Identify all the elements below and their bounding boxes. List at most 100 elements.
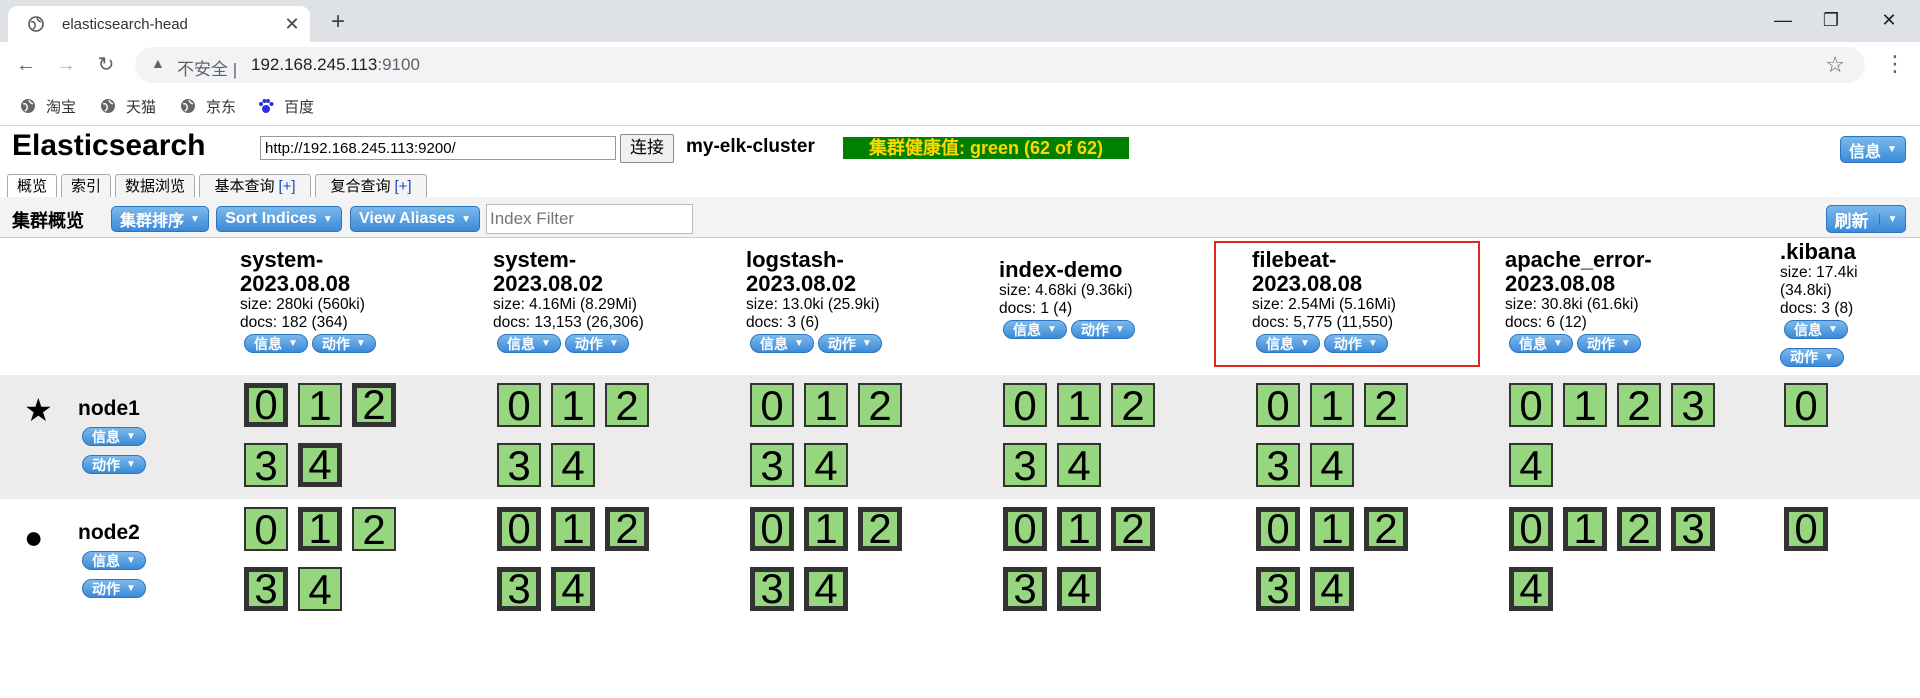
shard-box[interactable]: 0: [1509, 383, 1553, 427]
index-info-button[interactable]: 信息 ▼: [244, 334, 308, 353]
index-info-button[interactable]: 信息 ▼: [497, 334, 561, 353]
shard-box[interactable]: 3: [497, 567, 541, 611]
shard-box[interactable]: 1: [1310, 383, 1354, 427]
node-info-button[interactable]: 信息 ▼: [82, 551, 146, 570]
index-action-button[interactable]: 动作 ▼: [311, 334, 376, 353]
index-info-button[interactable]: 信息 ▼: [750, 334, 814, 353]
shard-box[interactable]: 1: [551, 383, 595, 427]
close-window-icon[interactable]: ✕: [1866, 4, 1912, 36]
index-info-button[interactable]: 信息 ▼: [1003, 320, 1067, 339]
shard-box[interactable]: 2: [1111, 507, 1155, 551]
index-action-button[interactable]: 动作 ▼: [1070, 320, 1135, 339]
tab-overview[interactable]: 概览: [7, 174, 57, 198]
shard-box[interactable]: 0: [1003, 383, 1047, 427]
chevron-down-icon[interactable]: ▼: [1878, 213, 1897, 225]
shard-box[interactable]: 0: [1784, 507, 1828, 551]
tab-basic-query[interactable]: 基本查询 [+]: [199, 174, 311, 197]
shard-box[interactable]: 1: [1563, 383, 1607, 427]
shard-box[interactable]: 3: [244, 443, 288, 487]
shard-box[interactable]: 4: [298, 443, 342, 487]
tab-indices[interactable]: 索引: [61, 174, 111, 197]
shard-box[interactable]: 3: [1003, 443, 1047, 487]
shard-box[interactable]: 4: [298, 567, 342, 611]
bookmark-tmall[interactable]: 天猫: [100, 95, 156, 117]
shard-box[interactable]: 0: [1256, 383, 1300, 427]
shard-box[interactable]: 2: [1617, 507, 1661, 551]
tab-structured-query[interactable]: 复合查询 [+]: [315, 174, 427, 197]
shard-box[interactable]: 2: [858, 383, 902, 427]
shard-box[interactable]: 2: [1617, 383, 1661, 427]
shard-box[interactable]: 4: [1509, 567, 1553, 611]
shard-box[interactable]: 0: [1256, 507, 1300, 551]
shard-box[interactable]: 3: [497, 443, 541, 487]
shard-box[interactable]: 3: [750, 443, 794, 487]
node-action-button[interactable]: 动作 ▼: [82, 455, 146, 474]
view-aliases-button[interactable]: View Aliases ▼: [350, 206, 480, 232]
shard-box[interactable]: 0: [1784, 383, 1828, 427]
shard-box[interactable]: 0: [750, 383, 794, 427]
connection-url-input[interactable]: [260, 136, 616, 160]
url-text[interactable]: 192.168.245.113:9100: [251, 55, 420, 75]
shard-box[interactable]: 1: [1057, 507, 1101, 551]
index-info-button[interactable]: 信息 ▼: [1784, 320, 1848, 339]
index-action-button[interactable]: 动作 ▼: [817, 334, 882, 353]
info-menu-button[interactable]: 信息 ▼: [1840, 136, 1906, 163]
bookmark-jd[interactable]: 京东: [180, 95, 236, 117]
shard-box[interactable]: 3: [1671, 383, 1715, 427]
index-action-button[interactable]: 动作 ▼: [564, 334, 629, 353]
shard-box[interactable]: 0: [497, 383, 541, 427]
shard-box[interactable]: 1: [551, 507, 595, 551]
index-action-button[interactable]: 动作 ▼: [1780, 347, 1844, 367]
shard-box[interactable]: 4: [1057, 567, 1101, 611]
connect-button[interactable]: 连接: [620, 134, 674, 163]
shard-box[interactable]: 1: [298, 507, 342, 551]
shard-box[interactable]: 2: [858, 507, 902, 551]
shard-box[interactable]: 1: [298, 383, 342, 427]
shard-box[interactable]: 2: [605, 383, 649, 427]
shard-box[interactable]: 2: [1111, 383, 1155, 427]
restore-icon[interactable]: ❐: [1808, 4, 1854, 36]
shard-box[interactable]: 2: [605, 507, 649, 551]
shard-box[interactable]: 4: [1310, 567, 1354, 611]
node-info-button[interactable]: 信息 ▼: [82, 427, 146, 446]
bookmark-baidu[interactable]: 百度: [258, 95, 314, 117]
shard-box[interactable]: 1: [1057, 383, 1101, 427]
shard-box[interactable]: 1: [1563, 507, 1607, 551]
sort-cluster-button[interactable]: 集群排序 ▼: [111, 206, 209, 232]
shard-box[interactable]: 2: [352, 507, 396, 551]
shard-box[interactable]: 3: [750, 567, 794, 611]
shard-box[interactable]: 4: [551, 567, 595, 611]
forward-icon[interactable]: →: [52, 51, 80, 79]
shard-box[interactable]: 2: [352, 383, 396, 427]
shard-box[interactable]: 1: [1310, 507, 1354, 551]
index-info-button[interactable]: 信息 ▼: [1509, 334, 1573, 353]
tab-browser[interactable]: 数据浏览: [115, 174, 195, 197]
warning-icon[interactable]: ▲: [151, 55, 165, 71]
close-tab-icon[interactable]: ✕: [280, 12, 304, 36]
index-filter-input[interactable]: [486, 204, 693, 234]
shard-box[interactable]: 0: [1509, 507, 1553, 551]
back-icon[interactable]: ←: [12, 51, 40, 79]
shard-box[interactable]: 3: [1256, 567, 1300, 611]
address-bar[interactable]: ▲ 不安全 | 192.168.245.113:9100 ☆: [135, 47, 1865, 83]
shard-box[interactable]: 1: [804, 383, 848, 427]
node-action-button[interactable]: 动作 ▼: [82, 579, 146, 598]
shard-box[interactable]: 3: [1671, 507, 1715, 551]
reload-icon[interactable]: ↻: [92, 51, 120, 79]
index-action-button[interactable]: 动作 ▼: [1576, 334, 1641, 353]
shard-box[interactable]: 0: [1003, 507, 1047, 551]
shard-box[interactable]: 0: [244, 507, 288, 551]
shard-box[interactable]: 2: [1364, 383, 1408, 427]
browser-tab[interactable]: elasticsearch-head ✕: [8, 6, 310, 42]
shard-box[interactable]: 3: [244, 567, 288, 611]
bookmark-star-icon[interactable]: ☆: [1825, 52, 1845, 78]
sort-indices-button[interactable]: Sort Indices ▼: [216, 206, 342, 232]
shard-box[interactable]: 0: [244, 383, 288, 427]
shard-box[interactable]: 0: [497, 507, 541, 551]
shard-box[interactable]: 2: [1364, 507, 1408, 551]
shard-box[interactable]: 4: [1310, 443, 1354, 487]
minimize-icon[interactable]: —: [1760, 4, 1806, 36]
shard-box[interactable]: 4: [1509, 443, 1553, 487]
shard-box[interactable]: 0: [750, 507, 794, 551]
more-menu-icon[interactable]: ⋮: [1884, 51, 1906, 77]
